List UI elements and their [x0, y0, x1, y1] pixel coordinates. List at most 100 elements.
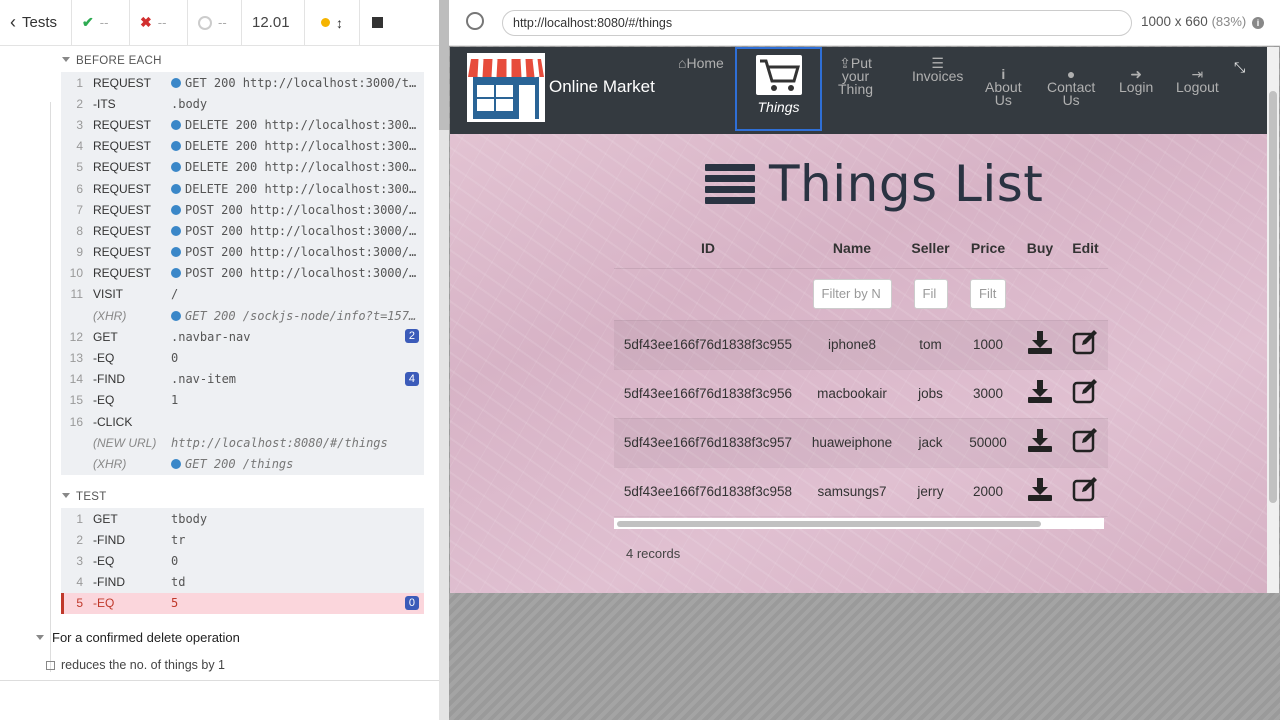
command-message: .navbar-nav: [171, 330, 417, 344]
records-count: 4 records: [626, 546, 681, 561]
edit-cell[interactable]: [1063, 369, 1108, 419]
command-row[interactable]: 3 -EQ 0: [61, 550, 424, 571]
buy-cell[interactable]: [1017, 320, 1063, 370]
suite-title[interactable]: For a confirmed delete operation: [36, 630, 240, 645]
command-row[interactable]: 5 -EQ 5 0: [61, 592, 424, 615]
viewport-size: 1000 x 660 (83%) i: [1141, 14, 1265, 29]
app-scrollbar[interactable]: [1267, 47, 1279, 593]
test-title[interactable]: reduces the no. of things by 1: [46, 658, 225, 672]
command-row[interactable]: 12 GET .navbar-nav 2: [61, 326, 424, 347]
command-number: 12: [69, 329, 83, 344]
runner-scrollbar[interactable]: [439, 0, 449, 720]
command-message-text: DELETE 200 http://localhost:3000/things: [185, 181, 417, 196]
buy-cell[interactable]: [1017, 369, 1063, 419]
cell-price: 2000: [959, 467, 1017, 517]
list-icon: [705, 164, 755, 204]
filter-seller-input[interactable]: Fil: [913, 279, 948, 309]
test-hook-title[interactable]: TEST: [62, 491, 107, 503]
edit-icon[interactable]: [1072, 476, 1100, 507]
command-row[interactable]: (NEW URL) http://localhost:8080/#/things: [61, 432, 424, 453]
download-icon[interactable]: [1027, 428, 1053, 458]
status-dot-icon: [171, 141, 181, 152]
nav-things[interactable]: Things: [735, 47, 822, 131]
command-row[interactable]: 13 -EQ 0: [61, 347, 424, 368]
info-icon[interactable]: i: [1252, 17, 1265, 29]
download-icon[interactable]: [1027, 379, 1053, 409]
buy-cell[interactable]: [1017, 467, 1063, 517]
edit-icon[interactable]: [1072, 378, 1100, 409]
nav-about[interactable]: i About Us: [985, 67, 1022, 107]
navbar-toggle-icon[interactable]: ⤡: [1234, 59, 1245, 76]
nav-invoices[interactable]: ☰ Invoices: [912, 56, 963, 83]
command-message-text: /: [171, 287, 179, 302]
command-row[interactable]: 1 REQUEST GET 200 http://localhost:3000/th…: [61, 72, 424, 93]
table-row: 5df43ee166f76d1838f3c955 iphone8 tom 1000: [614, 320, 1108, 370]
command-log[interactable]: BEFORE EACH 1 REQUEST GET 200 http://local…: [0, 47, 440, 680]
command-name: REQUEST: [93, 202, 152, 217]
edit-cell[interactable]: [1063, 467, 1108, 517]
command-row[interactable]: 16 -CLICK: [61, 411, 424, 432]
cell-name: iphone8: [802, 320, 902, 370]
cell-seller: jerry: [902, 467, 959, 517]
before-each-hook-title[interactable]: BEFORE EACH: [62, 55, 162, 67]
nav-contact[interactable]: ● Contact Us: [1047, 67, 1095, 107]
command-row[interactable]: 3 REQUEST DELETE 200 http://localhost:3000…: [61, 114, 424, 135]
brand-name[interactable]: Online Market: [549, 77, 655, 97]
navbar: Online Market ⌂Home Things ⇪Put your Thing…: [450, 47, 1267, 134]
col-price[interactable]: Price: [959, 228, 1017, 269]
cross-icon: ✖: [140, 14, 152, 30]
col-name[interactable]: Name: [802, 228, 902, 269]
command-row[interactable]: 4 -FIND td: [61, 572, 424, 593]
scrollbar-thumb[interactable]: [617, 521, 1041, 527]
auto-scroll-toggle[interactable]: ↕: [305, 0, 360, 46]
edit-cell[interactable]: [1063, 418, 1108, 468]
col-seller[interactable]: Seller: [902, 228, 959, 269]
edit-icon[interactable]: [1072, 427, 1100, 458]
failed-count: ✖ --: [130, 0, 188, 46]
command-row[interactable]: (XHR) GET 200 /sockjs-node/info?t=1576...: [61, 305, 424, 326]
command-row[interactable]: 14 -FIND .nav-item 4: [61, 369, 424, 390]
command-row[interactable]: 2 -FIND tr: [61, 529, 424, 550]
back-to-tests-button[interactable]: ‹ Tests: [0, 0, 72, 46]
command-row[interactable]: 11 VISIT /: [61, 284, 424, 305]
nav-logout[interactable]: ⇥ Logout: [1176, 67, 1219, 94]
command-message-text: .nav-item: [171, 372, 237, 387]
edit-icon[interactable]: [1072, 329, 1100, 360]
filter-price-input[interactable]: Filt: [970, 279, 1006, 309]
nav-home[interactable]: ⌂Home: [678, 56, 724, 70]
scrollbar-thumb[interactable]: [1269, 91, 1277, 503]
command-message-text: http://localhost:8080/#/things: [171, 435, 388, 450]
tree-line: [50, 102, 51, 672]
command-row[interactable]: 15 -EQ 1: [61, 390, 424, 411]
command-row[interactable]: 7 REQUEST POST 200 http://localhost:3000/t…: [61, 199, 424, 220]
command-row[interactable]: 2 -ITS .body: [61, 93, 424, 114]
buy-cell[interactable]: [1017, 418, 1063, 468]
command-row[interactable]: 10 REQUEST POST 200 http://localhost:3000/…: [61, 263, 424, 284]
command-number: 6: [76, 181, 83, 196]
command-row[interactable]: 9 REQUEST POST 200 http://localhost:3000/t…: [61, 242, 424, 263]
command-message-text: GET 200 http://localhost:3000/things: [185, 75, 417, 90]
command-row[interactable]: 1 GET tbody: [61, 508, 424, 529]
command-row[interactable]: 5 REQUEST DELETE 200 http://localhost:3000…: [61, 157, 424, 178]
command-message-text: POST 200 http://localhost:3000/things: [185, 202, 417, 217]
col-edit: Edit: [1063, 228, 1108, 269]
scrollbar-thumb[interactable]: [439, 130, 449, 720]
command-number: 14: [69, 372, 83, 387]
table-scrollbar[interactable]: [614, 518, 1104, 529]
filter-name-input[interactable]: Filter by N: [812, 279, 892, 309]
col-id[interactable]: ID: [614, 228, 802, 269]
stop-button[interactable]: [360, 0, 394, 46]
selector-playground-icon[interactable]: [466, 12, 484, 30]
element-count-badge: 4: [404, 371, 419, 386]
command-row[interactable]: (XHR) GET 200 /things: [61, 453, 424, 474]
nav-login[interactable]: ➜ Login: [1119, 67, 1153, 94]
command-row[interactable]: 8 REQUEST POST 200 http://localhost:3000/t…: [61, 220, 424, 241]
download-icon[interactable]: [1027, 477, 1053, 507]
store-logo[interactable]: [467, 53, 545, 122]
url-field[interactable]: http://localhost:8080/#/things: [502, 10, 1132, 36]
nav-put-thing[interactable]: ⇪Put your Thing: [838, 56, 873, 96]
download-icon[interactable]: [1027, 330, 1053, 360]
edit-cell[interactable]: [1063, 320, 1108, 370]
command-row[interactable]: 4 REQUEST DELETE 200 http://localhost:3000…: [61, 136, 424, 157]
command-row[interactable]: 6 REQUEST DELETE 200 http://localhost:3000…: [61, 178, 424, 199]
